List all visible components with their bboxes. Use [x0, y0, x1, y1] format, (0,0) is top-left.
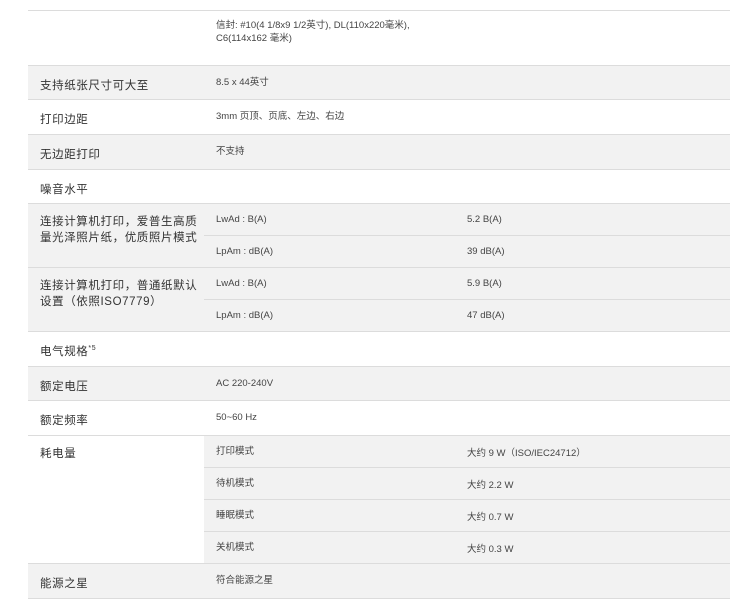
spec-label: 无边距打印 [40, 149, 101, 161]
spec-row-borderless: 无边距打印 不支持 [28, 135, 730, 170]
spec-subrow: 睡眠模式 大约 0.7 W [204, 499, 730, 531]
spec-label: 连接计算机打印，普通纸默认设置（依照ISO7779） [40, 280, 198, 308]
spec-subrow-name: 关机模式 [216, 542, 255, 553]
spec-value-envelope: 信封: #10(4 1/8x9 1/2英寸), DL(110x220毫米), C… [216, 20, 410, 44]
spec-row-electrical-heading: 电气规格*5 [28, 332, 730, 367]
spec-subrow: 关机模式 大约 0.3 W [204, 531, 730, 563]
spec-row-energy-star: 能源之星 符合能源之星 [28, 564, 730, 599]
spec-row-noise-plain: 连接计算机打印，普通纸默认设置（依照ISO7779） LwAd : B(A) 5… [28, 268, 730, 332]
spec-subrow-name: LpAm : dB(A) [216, 246, 274, 257]
spec-table: 信封: #10(4 1/8x9 1/2英寸), DL(110x220毫米), C… [28, 0, 730, 599]
spec-value: AC 220-240V [216, 378, 274, 389]
spec-subrow-name: LwAd : B(A) [216, 214, 267, 225]
spec-subrow-value: 5.9 B(A) [467, 278, 502, 289]
spec-label: 额定电压 [40, 381, 89, 393]
spec-label: 噪音水平 [40, 184, 89, 196]
spec-subrow-value: 大约 0.7 W [467, 511, 514, 523]
spec-subrow-name: 打印模式 [216, 446, 255, 457]
spec-row-power-consumption: 耗电量 打印模式 大约 9 W（ISO/IEC24712） 待机模式 大约 2.… [28, 436, 730, 564]
spec-subrow: LpAm : dB(A) 39 dB(A) [204, 235, 730, 267]
spec-subrow-value: 5.2 B(A) [467, 214, 502, 225]
spec-row-noise-photo: 连接计算机打印，爱普生高质量光泽照片纸，优质照片模式 LwAd : B(A) 5… [28, 204, 730, 268]
spec-sub-table: LwAd : B(A) 5.2 B(A) LpAm : dB(A) 39 dB(… [204, 204, 730, 267]
spec-subrow: LwAd : B(A) 5.2 B(A) [204, 204, 730, 235]
spec-subrow: LpAm : dB(A) 47 dB(A) [204, 299, 730, 331]
spec-subrow: 待机模式 大约 2.2 W [204, 467, 730, 499]
spec-value: 3mm 页顶、页底、左边、右边 [216, 111, 345, 122]
spec-subrow-value: 47 dB(A) [467, 310, 505, 321]
spec-value: 50~60 Hz [216, 412, 257, 423]
spec-subrow-name: 待机模式 [216, 478, 255, 489]
spec-sub-table: 打印模式 大约 9 W（ISO/IEC24712） 待机模式 大约 2.2 W … [204, 436, 730, 563]
spec-label-text: 电气规格 [40, 346, 89, 358]
spec-row-envelope: 信封: #10(4 1/8x9 1/2英寸), DL(110x220毫米), C… [28, 10, 730, 66]
spec-subrow-value: 大约 2.2 W [467, 479, 514, 491]
spec-label: 电气规格*5 [28, 332, 204, 366]
spec-subrow-name: LwAd : B(A) [216, 278, 267, 289]
spec-subrow-value: 大约 9 W（ISO/IEC24712） [467, 447, 586, 459]
footnote-marker: *5 [88, 345, 97, 353]
spec-label: 连接计算机打印，爱普生高质量光泽照片纸，优质照片模式 [40, 216, 198, 244]
spec-row-rated-voltage: 额定电压 AC 220-240V [28, 367, 730, 401]
spec-label-empty [28, 11, 204, 65]
spec-sub-table: LwAd : B(A) 5.9 B(A) LpAm : dB(A) 47 dB(… [204, 268, 730, 331]
spec-value: 不支持 [216, 146, 245, 157]
spec-row-noise-heading: 噪音水平 [28, 170, 730, 204]
spec-subrow-value: 39 dB(A) [467, 246, 505, 257]
spec-subrow-name: 睡眠模式 [216, 510, 255, 521]
spec-row-rated-frequency: 额定频率 50~60 Hz [28, 401, 730, 436]
spec-subrow-value: 大约 0.3 W [467, 543, 514, 555]
spec-value: 8.5 x 44英寸 [216, 77, 269, 88]
spec-subrow-name: LpAm : dB(A) [216, 310, 274, 321]
spec-label: 支持纸张尺寸可大至 [40, 80, 149, 92]
spec-label: 打印边距 [40, 114, 89, 126]
spec-label: 额定频率 [40, 415, 89, 427]
spec-label: 能源之星 [40, 578, 89, 590]
spec-value: 符合能源之星 [216, 575, 274, 586]
spec-subrow: LwAd : B(A) 5.9 B(A) [204, 268, 730, 299]
spec-row-print-margin: 打印边距 3mm 页顶、页底、左边、右边 [28, 100, 730, 135]
spec-label: 耗电量 [40, 448, 77, 460]
spec-subrow: 打印模式 大约 9 W（ISO/IEC24712） [204, 436, 730, 467]
spec-row-max-paper-size: 支持纸张尺寸可大至 8.5 x 44英寸 [28, 66, 730, 100]
